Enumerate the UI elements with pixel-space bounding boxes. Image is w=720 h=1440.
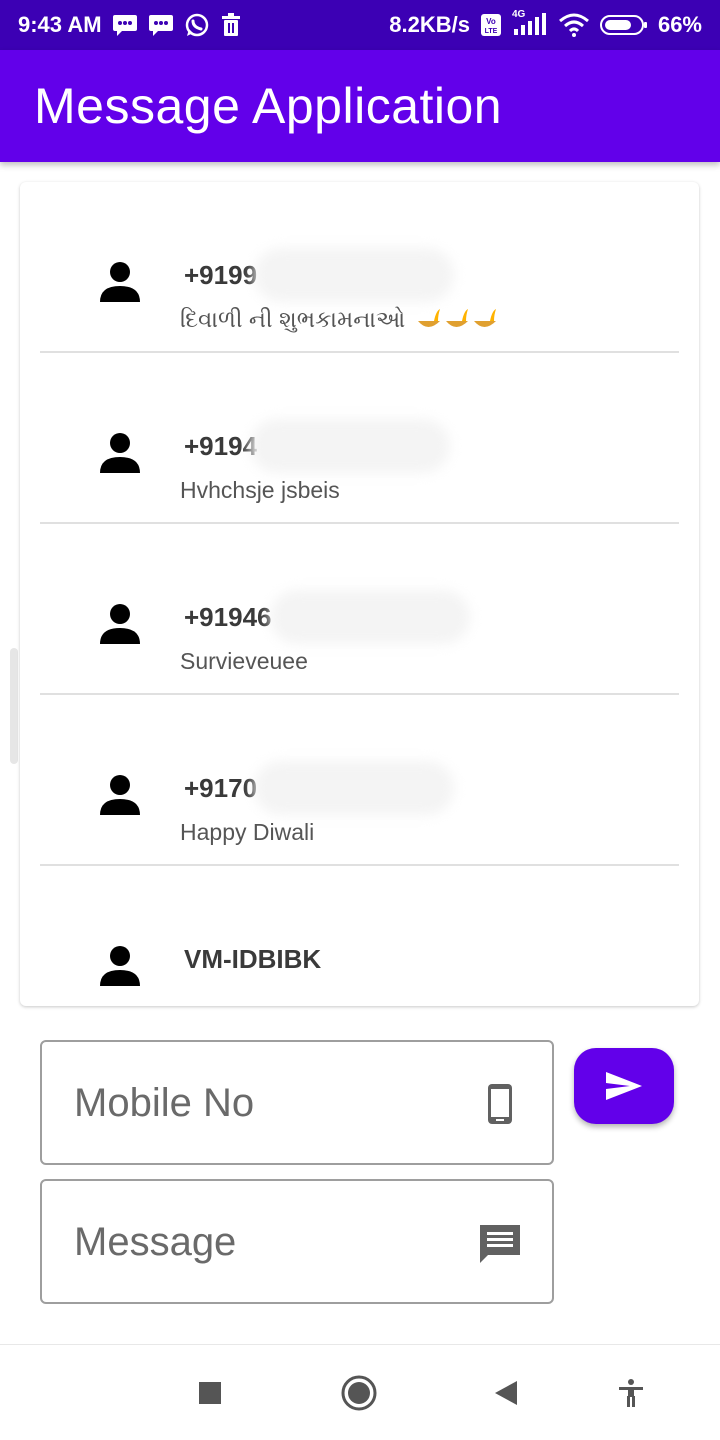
message-preview-text: દિવાળી ની શુભકામનાઓ <box>180 306 406 332</box>
recent-apps-icon <box>199 1382 221 1404</box>
send-icon <box>606 1072 642 1100</box>
diya-emoji-icon <box>417 308 496 327</box>
person-icon <box>100 604 140 644</box>
network-type: 4G <box>511 9 526 20</box>
scroll-indicator[interactable] <box>10 648 18 764</box>
home-icon <box>341 1375 377 1411</box>
send-button[interactable] <box>574 1048 674 1124</box>
redaction-blur <box>254 761 454 815</box>
chat-icon <box>480 1225 520 1263</box>
person-icon <box>100 433 140 473</box>
message-list[interactable]: +9199 દિવાળી ની શુભકામનાઓ +9194 Hvhchsje… <box>20 182 699 1006</box>
phone-icon <box>488 1084 512 1124</box>
mobile-field[interactable] <box>40 1040 554 1165</box>
battery-percent: 66% <box>657 12 702 37</box>
svg-text:Vo: Vo <box>486 17 496 26</box>
message-item[interactable]: +9199 દિવાળી ની શુભકામનાઓ <box>40 182 679 353</box>
home-button[interactable] <box>337 1371 381 1415</box>
back-button[interactable] <box>484 1371 528 1415</box>
redaction-blur <box>270 590 470 644</box>
message-preview: Happy Diwali <box>180 819 315 845</box>
accessibility-button[interactable] <box>609 1371 653 1415</box>
message-sender: +91946 <box>184 602 272 632</box>
message-field[interactable] <box>40 1179 554 1304</box>
signal-icon: 4G <box>512 9 548 37</box>
status-time: 9:43 AM <box>18 12 102 37</box>
accessibility-icon <box>619 1379 643 1407</box>
recent-apps-button[interactable] <box>188 1371 232 1415</box>
volte-icon: Vo LTE <box>480 13 502 37</box>
redaction-blur <box>254 248 454 302</box>
whatsapp-icon <box>184 12 210 38</box>
message-item[interactable]: +9170 Happy Diwali <box>40 695 679 866</box>
back-icon <box>495 1381 517 1405</box>
message-sender: VM-IDBIBK <box>184 944 322 974</box>
message-sender: +9199 <box>184 260 258 290</box>
message-item[interactable]: VM-IDBIBK <box>40 866 679 1006</box>
message-item[interactable]: +9194 Hvhchsje jsbeis <box>40 353 679 524</box>
status-bar: 9:43 AM 8.2KB/s Vo LTE 4G 66% <box>0 0 720 50</box>
trash-icon <box>220 13 242 37</box>
message-sender: +9194 <box>184 431 258 461</box>
navigation-bar <box>0 1344 720 1440</box>
message-input[interactable] <box>72 1209 472 1275</box>
message-preview: Hvhchsje jsbeis <box>180 477 340 503</box>
person-icon <box>100 946 140 986</box>
mobile-input[interactable] <box>72 1070 472 1136</box>
message-icon <box>112 13 138 37</box>
person-icon <box>100 775 140 815</box>
network-speed: 8.2KB/s <box>389 12 470 37</box>
person-icon <box>100 262 140 302</box>
wifi-icon <box>558 13 590 37</box>
battery-icon <box>599 13 648 37</box>
message-preview: દિવાળી ની શુભકામનાઓ <box>180 306 500 333</box>
message-item[interactable]: +91946 Survieveuee <box>40 524 679 695</box>
message-preview: Survieveuee <box>180 648 308 674</box>
message-icon <box>148 13 174 37</box>
message-sender: +9170 <box>184 773 258 803</box>
svg-text:LTE: LTE <box>485 28 498 35</box>
redaction-blur <box>250 419 450 473</box>
app-title: Message Application <box>34 78 503 134</box>
app-bar: Message Application <box>0 50 720 162</box>
